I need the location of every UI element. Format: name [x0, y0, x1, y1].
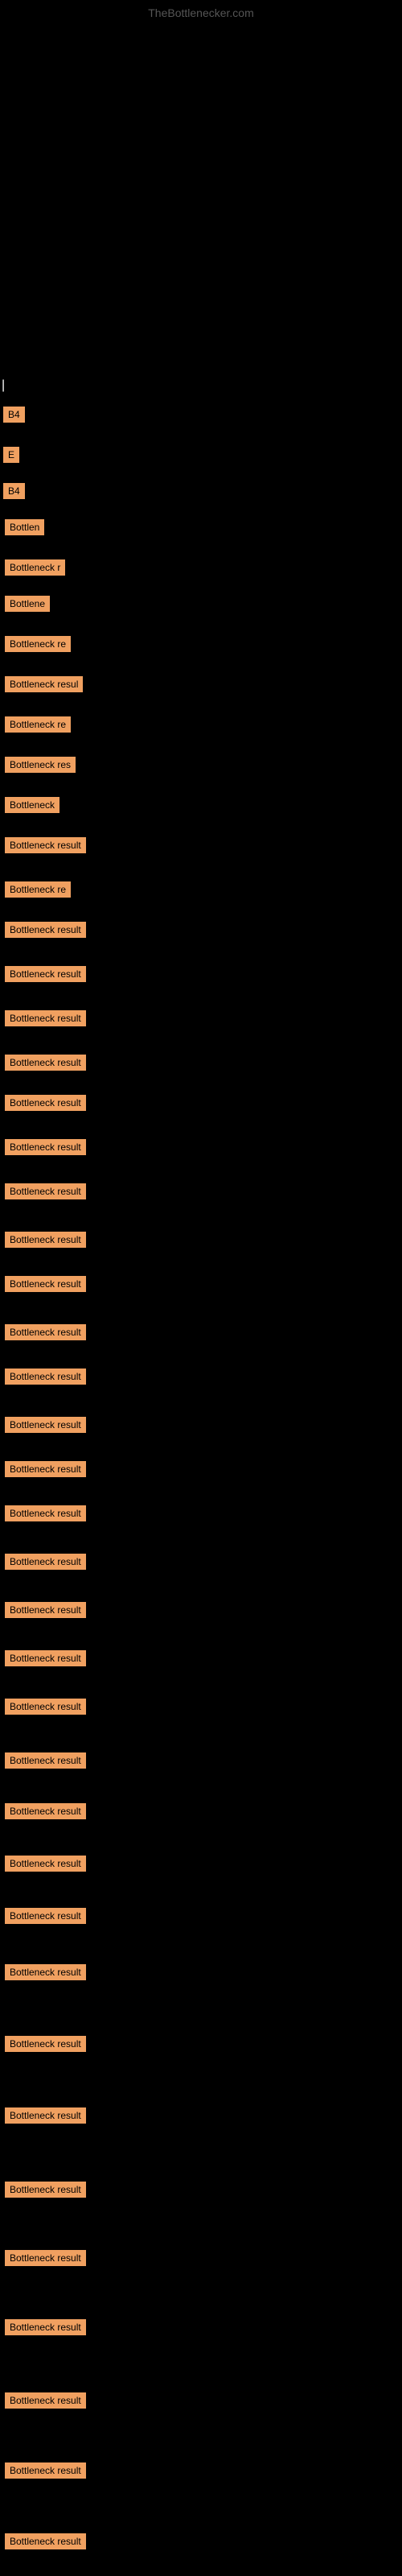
bottleneck-result-row: Bottleneck	[3, 797, 59, 817]
bottleneck-result-row: Bottleneck result	[3, 2319, 86, 2339]
bottleneck-label: Bottleneck	[5, 797, 59, 813]
bottleneck-result-row: Bottleneck result	[3, 1417, 86, 1437]
bottleneck-label: Bottlene	[5, 596, 50, 612]
bottleneck-label: Bottleneck result	[5, 1232, 86, 1248]
bottleneck-result-row: Bottleneck result	[3, 1602, 86, 1622]
bottleneck-result-row: Bottleneck result	[3, 1055, 86, 1075]
bottleneck-result-row: Bottleneck resul	[3, 676, 83, 696]
bottleneck-result-row: Bottleneck re	[3, 881, 71, 902]
bottleneck-result-row: Bottleneck re	[3, 636, 71, 656]
bottleneck-label: Bottleneck result	[5, 1183, 86, 1199]
bottleneck-label: B4	[3, 483, 25, 499]
bottleneck-label: Bottleneck result	[5, 2107, 86, 2124]
bottleneck-result-row: Bottleneck result	[3, 2462, 86, 2483]
bottleneck-result-row: Bottleneck result	[3, 1461, 86, 1481]
bottleneck-result-row: Bottleneck result	[3, 1908, 86, 1928]
bottleneck-label: Bottleneck result	[5, 1554, 86, 1570]
bottleneck-result-row: Bottleneck result	[3, 1139, 86, 1159]
bottleneck-label: Bottleneck result	[5, 2462, 86, 2479]
bottleneck-label: Bottleneck result	[5, 1324, 86, 1340]
bottleneck-result-row: Bottleneck result	[3, 1752, 86, 1773]
bottleneck-label: Bottleneck result	[5, 966, 86, 982]
bottleneck-result-row: Bottleneck result	[3, 966, 86, 986]
bottleneck-label: Bottleneck result	[5, 1368, 86, 1385]
bottleneck-label: Bottleneck result	[5, 2392, 86, 2409]
bottleneck-result-row: B4	[2, 483, 25, 503]
bottleneck-label: Bottleneck result	[5, 1650, 86, 1666]
bottleneck-result-row: Bottleneck result	[3, 1010, 86, 1030]
bottleneck-label: Bottleneck re	[5, 881, 71, 898]
bottleneck-label: Bottleneck result	[5, 1908, 86, 1924]
bottleneck-label: Bottleneck result	[5, 1699, 86, 1715]
bottleneck-result-row: Bottleneck result	[3, 1505, 86, 1525]
bottleneck-result-row: Bottleneck result	[3, 2533, 86, 2553]
bottleneck-result-row: Bottlene	[3, 596, 50, 616]
text-cursor: |	[2, 378, 5, 393]
bottleneck-label: E	[3, 447, 19, 463]
bottleneck-result-row: Bottleneck result	[3, 2036, 86, 2056]
bottleneck-result-row: Bottleneck re	[3, 716, 71, 737]
bottleneck-result-row: Bottlen	[3, 519, 44, 539]
bottleneck-result-row: Bottleneck result	[3, 1856, 86, 1876]
bottleneck-label: Bottleneck result	[5, 1856, 86, 1872]
bottleneck-label: Bottleneck result	[5, 1602, 86, 1618]
bottleneck-result-row: Bottleneck result	[3, 1324, 86, 1344]
bottleneck-result-row: Bottleneck result	[3, 1650, 86, 1670]
bottleneck-result-row: Bottleneck result	[3, 1803, 86, 1823]
bottleneck-label: Bottleneck result	[5, 1752, 86, 1769]
bottleneck-label: Bottleneck res	[5, 757, 76, 773]
bottleneck-result-row: Bottleneck r	[3, 559, 65, 580]
bottleneck-result-row: Bottleneck result	[3, 1276, 86, 1296]
bottleneck-label: Bottleneck r	[5, 559, 65, 576]
main-content-area	[0, 20, 402, 374]
bottleneck-result-row: Bottleneck res	[3, 757, 76, 777]
bottleneck-label: Bottleneck result	[5, 1461, 86, 1477]
bottleneck-label: Bottleneck result	[5, 2182, 86, 2198]
bottleneck-result-row: Bottleneck result	[3, 2107, 86, 2128]
bottleneck-label: Bottleneck result	[5, 1010, 86, 1026]
bottleneck-result-row: Bottleneck result	[3, 1232, 86, 1252]
bottleneck-label: Bottleneck resul	[5, 676, 83, 692]
bottleneck-label: Bottleneck result	[5, 837, 86, 853]
bottleneck-label: Bottleneck result	[5, 1417, 86, 1433]
bottleneck-result-row: E	[2, 447, 19, 467]
bottleneck-result-row: Bottleneck result	[3, 1183, 86, 1203]
bottleneck-label: Bottleneck result	[5, 1055, 86, 1071]
bottleneck-result-row: Bottleneck result	[3, 2392, 86, 2413]
bottleneck-label: Bottleneck re	[5, 716, 71, 733]
bottleneck-label: Bottleneck result	[5, 1803, 86, 1819]
bottleneck-label: Bottlen	[5, 519, 44, 535]
bottleneck-label: Bottleneck result	[5, 2036, 86, 2052]
bottleneck-label: B4	[3, 407, 25, 423]
bottleneck-result-row: Bottleneck result	[3, 837, 86, 857]
bottleneck-result-row: Bottleneck result	[3, 922, 86, 942]
bottleneck-label: Bottleneck result	[5, 1095, 86, 1111]
bottleneck-label: Bottleneck result	[5, 1139, 86, 1155]
bottleneck-result-row: Bottleneck result	[3, 1964, 86, 1984]
bottleneck-label: Bottleneck result	[5, 1276, 86, 1292]
bottleneck-label: Bottleneck result	[5, 2250, 86, 2266]
page-wrapper: TheBottlenecker.com | B4EB4BottlenBottle…	[0, 0, 402, 2576]
bottleneck-label: Bottleneck re	[5, 636, 71, 652]
bottleneck-label: Bottleneck result	[5, 1505, 86, 1521]
bottleneck-result-row: Bottleneck result	[3, 1699, 86, 1719]
bottleneck-result-row: Bottleneck result	[3, 1368, 86, 1389]
bottleneck-label: Bottleneck result	[5, 2319, 86, 2335]
bottleneck-label: Bottleneck result	[5, 922, 86, 938]
bottleneck-result-row: Bottleneck result	[3, 1095, 86, 1115]
bottleneck-result-row: Bottleneck result	[3, 1554, 86, 1574]
bottleneck-label: Bottleneck result	[5, 2533, 86, 2549]
bottleneck-result-row: Bottleneck result	[3, 2250, 86, 2270]
bottleneck-result-row: Bottleneck result	[3, 2182, 86, 2202]
bottleneck-result-row: B4	[2, 407, 25, 427]
bottleneck-label: Bottleneck result	[5, 1964, 86, 1980]
